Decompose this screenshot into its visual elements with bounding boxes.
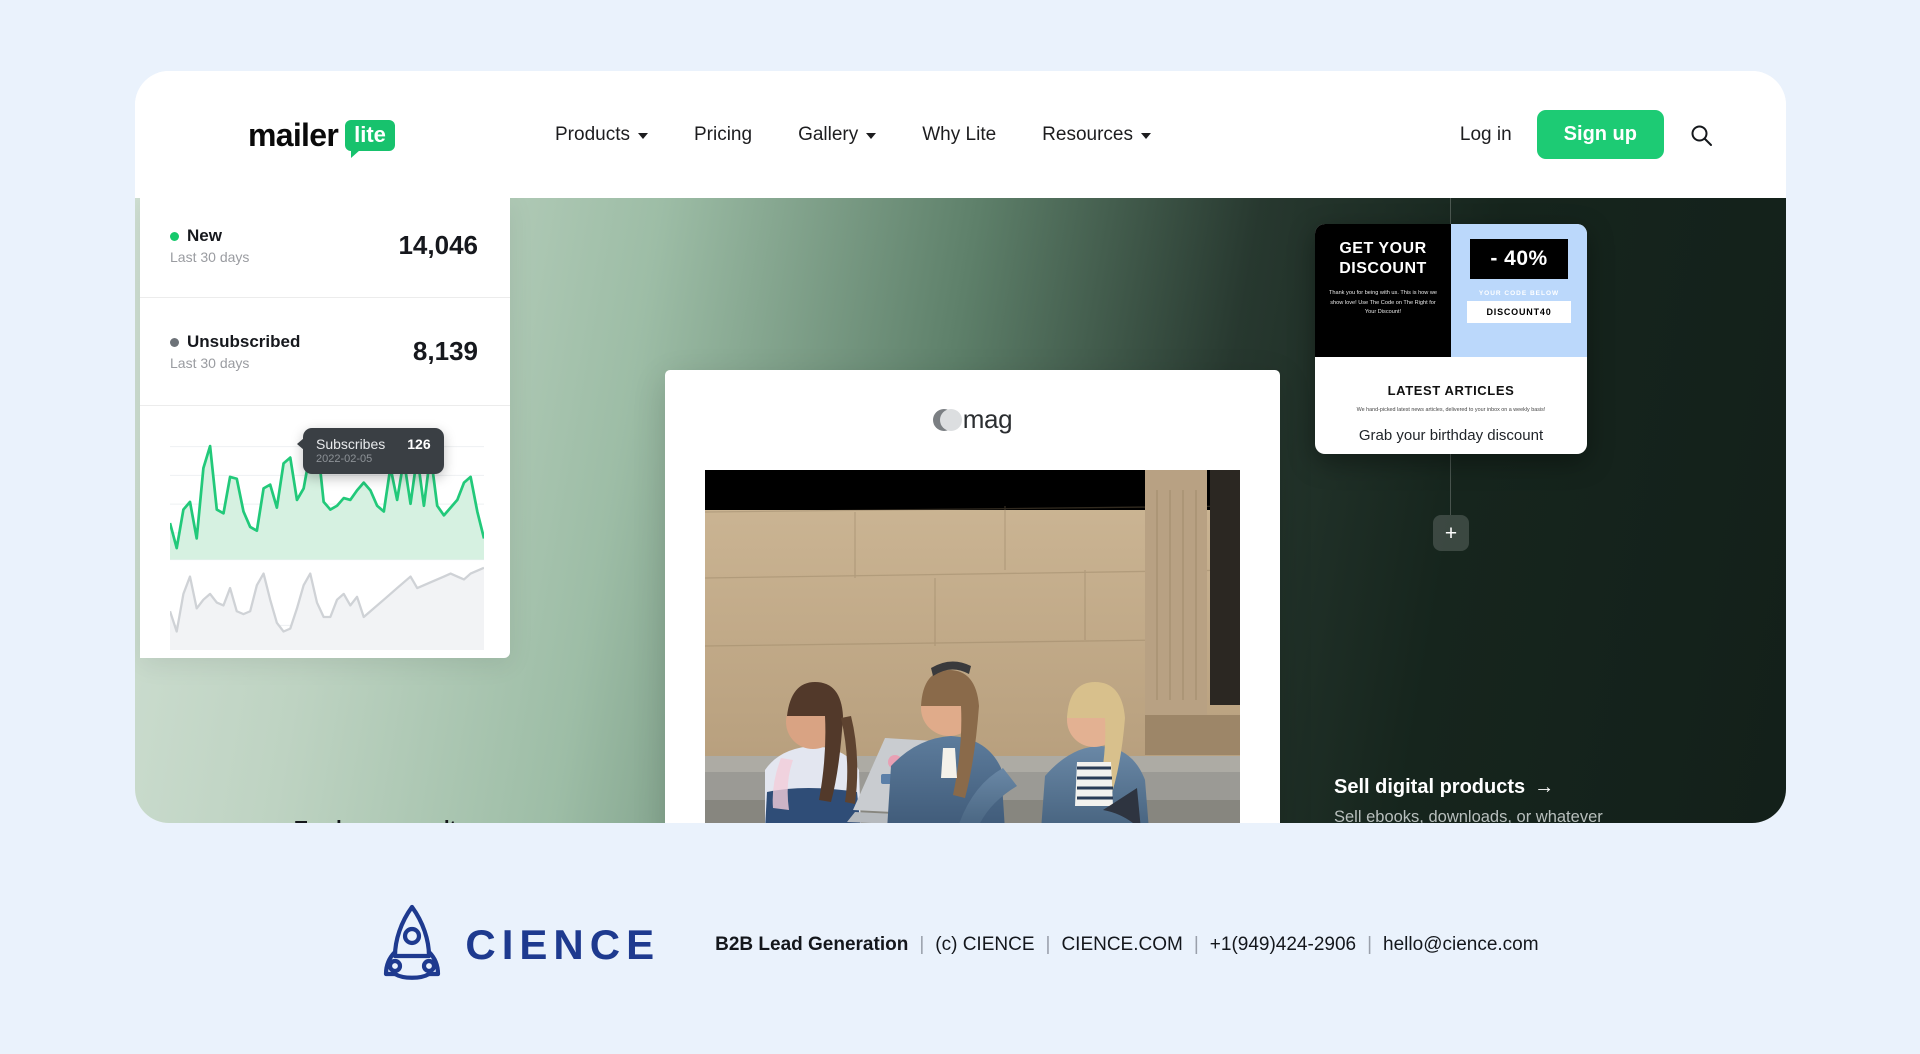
- plus-icon: +: [1445, 523, 1457, 544]
- stat-value: 14,046: [398, 230, 478, 261]
- promo-articles-title: LATEST ARTICLES: [1315, 383, 1587, 398]
- chart-tooltip: Subscribes 126 2022-02-05: [303, 428, 444, 474]
- footer-phone[interactable]: +1(949)424-2906: [1210, 934, 1356, 956]
- nav-label: Pricing: [694, 124, 752, 146]
- blurb-title-text: Sell digital products: [1334, 776, 1525, 799]
- nav-label: Why Lite: [922, 124, 996, 146]
- promo-email-card[interactable]: GET YOUR DISCOUNT Thank you for being wi…: [1315, 224, 1587, 454]
- cience-logo: CIENCE: [381, 902, 660, 989]
- search-icon[interactable]: [1689, 123, 1713, 147]
- nav-item-products[interactable]: Products: [555, 124, 648, 146]
- chevron-down-icon: [866, 133, 876, 139]
- blurb-title-text: Track your results: [295, 818, 467, 823]
- stat-label: New: [187, 226, 222, 246]
- tooltip-value: 126: [407, 436, 430, 452]
- blurb-track-results: Track your results → Monitor performance…: [295, 818, 625, 823]
- footer-email[interactable]: hello@cience.com: [1383, 934, 1539, 956]
- stat-left: New Last 30 days: [170, 226, 249, 265]
- promo-articles-sub: We hand-picked latest news articles, del…: [1315, 407, 1587, 413]
- rocket-icon: [381, 902, 443, 989]
- stat-value: 8,139: [413, 336, 478, 367]
- nav-label: Products: [555, 124, 630, 146]
- footer-separator: |: [1367, 934, 1372, 956]
- promo-body-text: Thank you for being with us. This is how…: [1325, 289, 1441, 318]
- footer-separator: |: [1046, 934, 1051, 956]
- promo-code-panel: - 40% YOUR CODE BELOW DISCOUNT40: [1451, 224, 1587, 357]
- blurb-text: Sell ebooks, downloads, or whatever else…: [1334, 806, 1634, 823]
- stat-title: Unsubscribed: [170, 332, 300, 352]
- stat-title: New: [170, 226, 249, 246]
- add-block-button[interactable]: +: [1433, 515, 1469, 551]
- promo-discount-badge: - 40%: [1470, 239, 1567, 279]
- email-preview-card[interactable]: mag: [665, 370, 1280, 823]
- footer-copyright: (c) CIENCE: [935, 934, 1034, 956]
- promo-birthday-text: Grab your birthday discount: [1315, 427, 1587, 444]
- mag-mark-icon: [933, 409, 959, 431]
- page-footer: CIENCE B2B Lead Generation | (c) CIENCE …: [0, 880, 1920, 1010]
- logo-lite-badge: lite: [345, 120, 395, 151]
- stat-sublabel: Last 30 days: [170, 249, 249, 265]
- subscribes-chart[interactable]: Subscribes 126 2022-02-05: [140, 406, 510, 650]
- logo-wordmark: mailer: [248, 117, 338, 154]
- nav-item-pricing[interactable]: Pricing: [694, 124, 752, 146]
- arrow-right-icon: →: [476, 818, 496, 823]
- promo-code-value: DISCOUNT40: [1467, 301, 1571, 323]
- chevron-down-icon: [1141, 133, 1151, 139]
- promo-bottom: LATEST ARTICLES We hand-picked latest ne…: [1315, 357, 1587, 444]
- nav-item-resources[interactable]: Resources: [1042, 124, 1151, 146]
- nav-label: Resources: [1042, 124, 1133, 146]
- footer-contact-line: B2B Lead Generation | (c) CIENCE | CIENC…: [715, 934, 1538, 956]
- blurb-title[interactable]: Sell digital products →: [1334, 776, 1634, 799]
- signup-button[interactable]: Sign up: [1537, 110, 1664, 159]
- mag-logo: mag: [665, 370, 1280, 435]
- stats-card: New Last 30 days 14,046 Unsubscribed Las…: [140, 198, 510, 658]
- nav-label: Gallery: [798, 124, 858, 146]
- blurb-sell-digital-products: Sell digital products → Sell ebooks, dow…: [1334, 776, 1634, 823]
- promo-headline-panel: GET YOUR DISCOUNT Thank you for being wi…: [1315, 224, 1451, 357]
- cience-wordmark: CIENCE: [465, 921, 660, 969]
- status-dot-unsubscribed: [170, 338, 179, 347]
- stat-row-unsubscribed: Unsubscribed Last 30 days 8,139: [140, 298, 510, 406]
- arrow-right-icon: →: [1534, 776, 1554, 799]
- nav-item-why-lite[interactable]: Why Lite: [922, 124, 996, 146]
- nav-item-gallery[interactable]: Gallery: [798, 124, 876, 146]
- header-actions: Log in Sign up: [1460, 71, 1713, 198]
- stat-label: Unsubscribed: [187, 332, 300, 352]
- tooltip-date: 2022-02-05: [316, 453, 431, 465]
- promo-code-label: YOUR CODE BELOW: [1479, 290, 1559, 297]
- site-card: mailer lite Products Pricing Gallery Why…: [135, 71, 1786, 823]
- main-nav: Products Pricing Gallery Why Lite Resour…: [555, 71, 1151, 198]
- promo-headline: GET YOUR DISCOUNT: [1325, 239, 1441, 279]
- mailerlite-logo[interactable]: mailer lite: [248, 117, 395, 154]
- tooltip-row: Subscribes 126: [316, 436, 431, 452]
- stat-left: Unsubscribed Last 30 days: [170, 332, 300, 371]
- blurb-title[interactable]: Track your results →: [295, 818, 625, 823]
- promo-top: GET YOUR DISCOUNT Thank you for being wi…: [1315, 224, 1587, 357]
- footer-tagline: B2B Lead Generation: [715, 934, 908, 956]
- hero-section: New Last 30 days 14,046 Unsubscribed Las…: [135, 198, 1786, 823]
- footer-separator: |: [1194, 934, 1199, 956]
- stat-sublabel: Last 30 days: [170, 355, 300, 371]
- login-link[interactable]: Log in: [1460, 124, 1512, 146]
- chevron-down-icon: [638, 133, 648, 139]
- mag-wordmark: mag: [963, 404, 1012, 435]
- site-header: mailer lite Products Pricing Gallery Why…: [135, 71, 1786, 198]
- footer-website[interactable]: CIENCE.COM: [1061, 934, 1182, 956]
- status-dot-new: [170, 232, 179, 241]
- footer-separator: |: [919, 934, 924, 956]
- stat-row-new: New Last 30 days 14,046: [140, 198, 510, 298]
- email-hero-photo: [705, 470, 1240, 823]
- tooltip-label: Subscribes: [316, 436, 385, 452]
